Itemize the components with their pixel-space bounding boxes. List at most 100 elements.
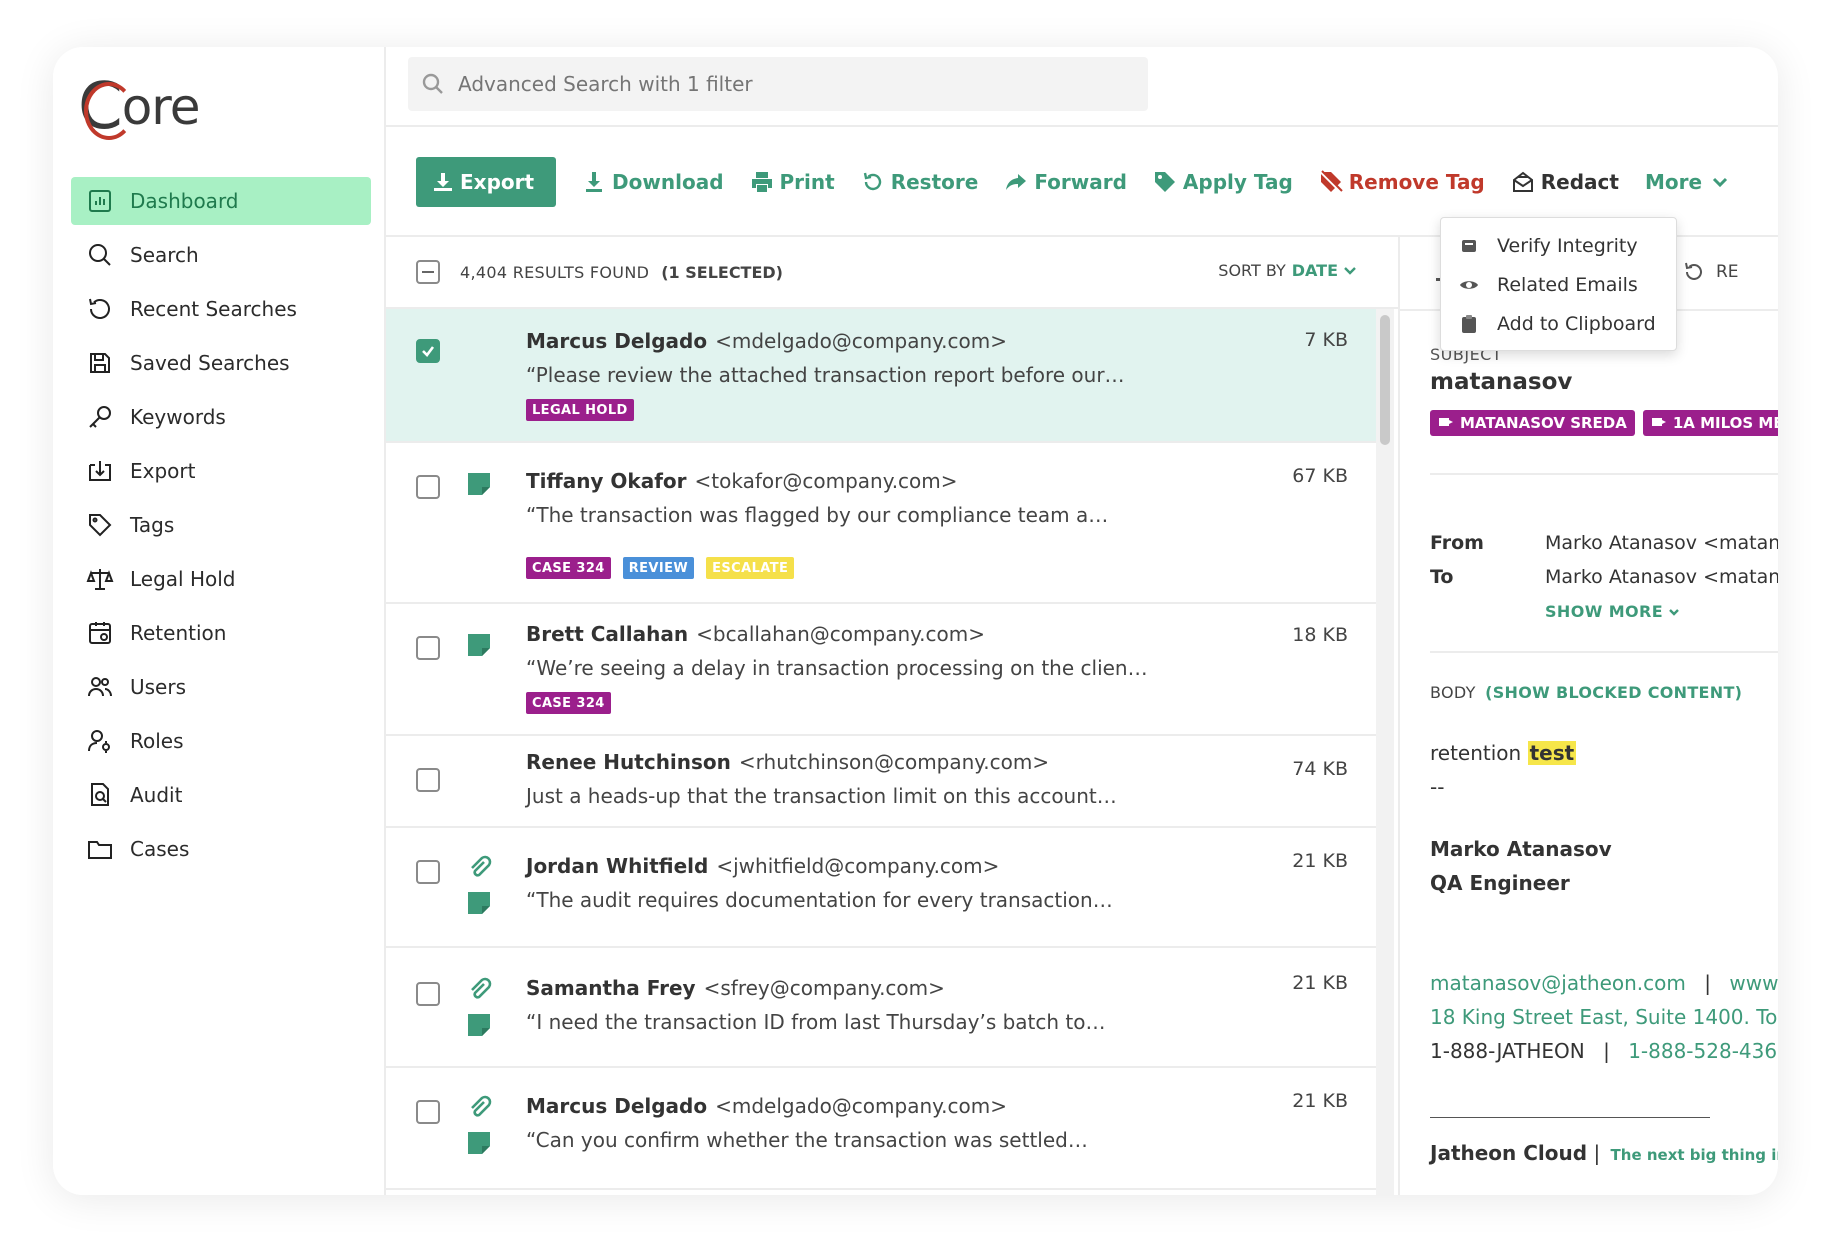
sidebar-item-export[interactable]: Export: [71, 447, 371, 495]
search-input[interactable]: [458, 72, 1058, 96]
signature-phone-link[interactable]: 1-888-528-4366: [1628, 1039, 1778, 1063]
sender: Jordan Whitfield <jwhitfield@company.com>: [526, 854, 999, 878]
tag-escalate[interactable]: ESCALATE: [706, 557, 795, 579]
sidebar-item-recent-searches[interactable]: Recent Searches: [71, 285, 371, 333]
sort-label: SORT BY: [1218, 261, 1286, 280]
list-scrollbar[interactable]: [1376, 309, 1394, 1195]
tag-icon: [1439, 418, 1453, 426]
tag-icon: [89, 514, 112, 537]
sidebar-item-cases[interactable]: Cases: [71, 825, 371, 873]
preview-tags: MATANASOV SREDA 1A MILOS MESSAG: [1430, 410, 1778, 436]
signature-address-link[interactable]: 18 King Street East, Suite 1400. Toronto: [1430, 1005, 1778, 1029]
sort-control[interactable]: SORT BY DATE: [1218, 261, 1358, 280]
remove-tag-button[interactable]: Remove Tag: [1319, 170, 1485, 194]
list-item[interactable]: Brett Callahan <bcallahan@company.com> “W…: [386, 604, 1376, 736]
sidebar-item-label: Legal Hold: [130, 567, 236, 591]
signature-email-link[interactable]: matanasov@jatheon.com: [1430, 971, 1686, 995]
note-icon: [468, 1014, 490, 1036]
list-item[interactable]: Marcus Delgado <mdelgado@company.com> “Ca…: [386, 1068, 1376, 1190]
show-more-link[interactable]: SHOW MORE: [1545, 602, 1681, 621]
history-icon: [89, 298, 110, 319]
sidebar-nav: Dashboard Search Recent Searches Saved S…: [71, 177, 371, 879]
sidebar-item-legal-hold[interactable]: Legal Hold: [71, 555, 371, 603]
paperclip-icon: [471, 1095, 492, 1117]
row-checkbox[interactable]: [416, 636, 440, 660]
list-item[interactable]: Jordan Whitfield <jwhitfield@company.com>…: [386, 828, 1376, 948]
sender-email: <mdelgado@company.com>: [715, 1094, 1007, 1118]
sidebar-item-keywords[interactable]: Keywords: [71, 393, 371, 441]
list-item[interactable]: Marcus Delgado <mdelgado@company.com> “Pl…: [386, 309, 1376, 443]
chart-icon: [89, 190, 111, 212]
select-all-checkbox[interactable]: [416, 260, 440, 284]
email-size: 18 KB: [1292, 624, 1348, 646]
note-icon: [468, 473, 490, 495]
list-item[interactable]: Renee Hutchinson <rhutchinson@company.com…: [386, 736, 1376, 828]
export-button[interactable]: Export: [416, 157, 557, 207]
sender-email: <rhutchinson@company.com>: [738, 750, 1050, 774]
email-snippet: “Please review the attached transaction …: [526, 363, 1125, 387]
tag-legal-hold[interactable]: LEGAL HOLD: [526, 399, 634, 421]
download-icon: [434, 173, 452, 191]
more-label: More: [1644, 170, 1703, 194]
print-label: Print: [779, 170, 835, 194]
print-button[interactable]: Print: [750, 170, 835, 194]
sidebar-item-retention[interactable]: Retention: [71, 609, 371, 657]
signature-title: QA Engineer: [1430, 871, 1570, 895]
sidebar-item-users[interactable]: Users: [71, 663, 371, 711]
menu-item-related-emails[interactable]: Related Emails: [1441, 265, 1676, 304]
export-icon: [89, 461, 111, 481]
tag-review[interactable]: REVIEW: [622, 557, 695, 579]
restore-button[interactable]: Restore: [861, 170, 978, 194]
forward-label: Forward: [1034, 170, 1127, 194]
sender-name: Renee Hutchinson: [526, 750, 731, 774]
forward-icon: [1006, 174, 1027, 190]
tag-case-324[interactable]: CASE 324: [526, 557, 611, 579]
from-label: From: [1430, 532, 1484, 554]
row-checkbox[interactable]: [416, 982, 440, 1006]
preview-restore-button[interactable]: RE: [1682, 260, 1739, 284]
list-item[interactable]: Tiffany Okafor <tokafor@company.com> “The…: [386, 443, 1376, 604]
row-checkbox[interactable]: [416, 1100, 440, 1124]
redact-button[interactable]: Redact: [1511, 170, 1619, 194]
retention-icon: [89, 622, 111, 644]
note-icon: [468, 892, 490, 914]
preview-tag[interactable]: MATANASOV SREDA: [1430, 410, 1635, 436]
apply-tag-button[interactable]: Apply Tag: [1153, 170, 1293, 194]
signature-contact-line: matanasov@jatheon.com | www.jath: [1430, 971, 1778, 995]
sidebar-item-saved-searches[interactable]: Saved Searches: [71, 339, 371, 387]
row-checkbox[interactable]: [416, 860, 440, 884]
users-icon: [88, 677, 112, 697]
sidebar-item-audit[interactable]: Audit: [71, 771, 371, 819]
signature-website-link[interactable]: www.jath: [1729, 971, 1778, 995]
email-size: 7 KB: [1304, 329, 1348, 351]
forward-button[interactable]: Forward: [1004, 170, 1127, 194]
sidebar-item-tags[interactable]: Tags: [71, 501, 371, 549]
menu-item-add-to-clipboard[interactable]: Add to Clipboard: [1441, 304, 1676, 343]
scrollbar-thumb[interactable]: [1380, 315, 1390, 445]
preview-tool-label: RE: [1716, 262, 1739, 282]
export-label: Export: [460, 170, 535, 194]
sender: Renee Hutchinson <rhutchinson@company.com…: [526, 750, 1049, 774]
sidebar-item-dashboard[interactable]: Dashboard: [71, 177, 371, 225]
tag-case-324[interactable]: CASE 324: [526, 692, 611, 714]
restore-icon: [863, 172, 881, 191]
more-button[interactable]: More: [1645, 170, 1732, 194]
results-header: 4,404 RESULTS FOUND (1 SELECTED) SORT BY…: [386, 237, 1398, 309]
row-checkbox[interactable]: [416, 339, 440, 363]
row-checkbox[interactable]: [416, 768, 440, 792]
show-blocked-content-link[interactable]: (SHOW BLOCKED CONTENT): [1485, 683, 1742, 702]
eye-icon: [1460, 280, 1478, 289]
signature-rule: [1430, 1117, 1710, 1118]
download-button[interactable]: Download: [582, 170, 724, 194]
toolbar: Export Download Print Restore Forward Ap…: [416, 157, 1758, 207]
redact-icon: [1512, 171, 1533, 192]
sidebar-item-roles[interactable]: Roles: [71, 717, 371, 765]
email-subject: matanasov: [1430, 369, 1573, 395]
email-size: 67 KB: [1292, 465, 1348, 487]
row-checkbox[interactable]: [416, 475, 440, 499]
search-bar[interactable]: [408, 57, 1148, 111]
menu-item-verify-integrity[interactable]: Verify Integrity: [1441, 226, 1676, 265]
sidebar-item-search[interactable]: Search: [71, 231, 371, 279]
list-item[interactable]: Samantha Frey <sfrey@company.com> “I need…: [386, 948, 1376, 1068]
preview-tag[interactable]: 1A MILOS MESSAG: [1642, 410, 1778, 436]
